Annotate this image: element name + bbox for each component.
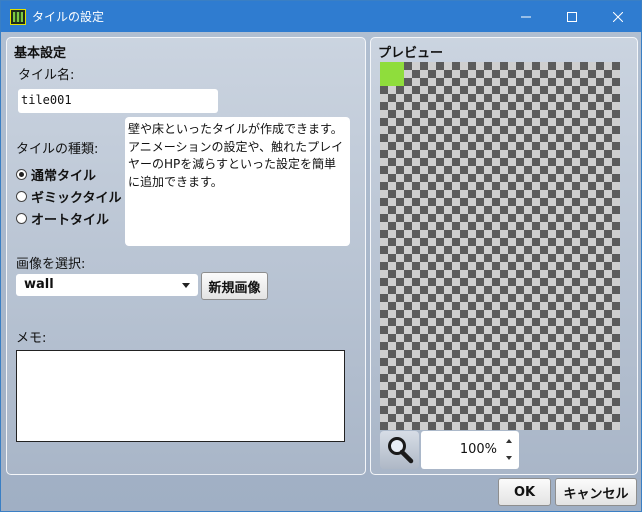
app-tile-icon	[10, 9, 26, 25]
radio-normal-tile-dot[interactable]	[16, 169, 27, 180]
maximize-button[interactable]	[549, 1, 595, 32]
radio-auto-tile-dot[interactable]	[16, 213, 27, 224]
basic-settings-title: 基本設定	[14, 46, 67, 61]
magnifier-icon	[387, 437, 413, 464]
image-select-dropdown[interactable]: wall	[16, 274, 198, 296]
ok-button[interactable]: OK	[498, 478, 551, 506]
maximize-icon	[567, 11, 577, 22]
new-image-button[interactable]: 新規画像	[201, 272, 268, 300]
close-icon	[613, 11, 623, 22]
radio-normal-tile-label: 通常タイル	[31, 169, 97, 184]
memo-textarea[interactable]	[16, 350, 345, 442]
minimize-button[interactable]	[503, 1, 549, 32]
tile-type-label: タイルの種類:	[16, 142, 99, 157]
cancel-button[interactable]: キャンセル	[555, 478, 637, 506]
memo-label: メモ:	[16, 331, 47, 346]
preview-tile	[380, 62, 404, 86]
preview-canvas[interactable]	[380, 62, 620, 430]
basic-settings-panel: 基本設定 タイル名: tile001 タイルの種類: 通常タイル ギミックタイル…	[6, 37, 366, 475]
chevron-down-icon	[182, 283, 190, 288]
radio-normal-tile[interactable]: 通常タイル	[16, 165, 96, 184]
tile-type-description: 壁や床といったタイルが作成できます。 アニメーションの設定や、触れたプレイヤーの…	[125, 117, 350, 246]
radio-gimmick-tile-dot[interactable]	[16, 191, 27, 202]
minimize-icon	[521, 16, 531, 17]
radio-auto-tile[interactable]: オートタイル	[16, 209, 109, 228]
title-bar[interactable]: タイルの設定	[1, 1, 641, 32]
image-select-value: wall	[24, 277, 54, 292]
radio-gimmick-tile-label: ギミックタイル	[31, 191, 122, 206]
zoom-value: 100%	[459, 442, 497, 457]
preview-title: プレビュー	[378, 46, 444, 61]
image-select-label: 画像を選択:	[16, 257, 86, 272]
tile-name-label: タイル名:	[18, 68, 75, 83]
zoom-up-arrow-icon[interactable]	[506, 439, 512, 443]
tile-settings-window: タイルの設定 基本設定 タイル名: tile001 タイルの種類: 通常タイル …	[0, 0, 642, 512]
window-title: タイルの設定	[32, 10, 105, 24]
zoom-down-arrow-icon[interactable]	[506, 456, 512, 460]
radio-auto-tile-label: オートタイル	[31, 213, 110, 228]
radio-gimmick-tile[interactable]: ギミックタイル	[16, 187, 121, 206]
zoom-button[interactable]	[380, 431, 419, 469]
preview-panel: プレビュー 100%	[370, 37, 638, 475]
tile-name-input[interactable]: tile001	[18, 89, 218, 113]
zoom-spinner[interactable]: 100%	[421, 431, 519, 469]
close-button[interactable]	[595, 1, 641, 32]
